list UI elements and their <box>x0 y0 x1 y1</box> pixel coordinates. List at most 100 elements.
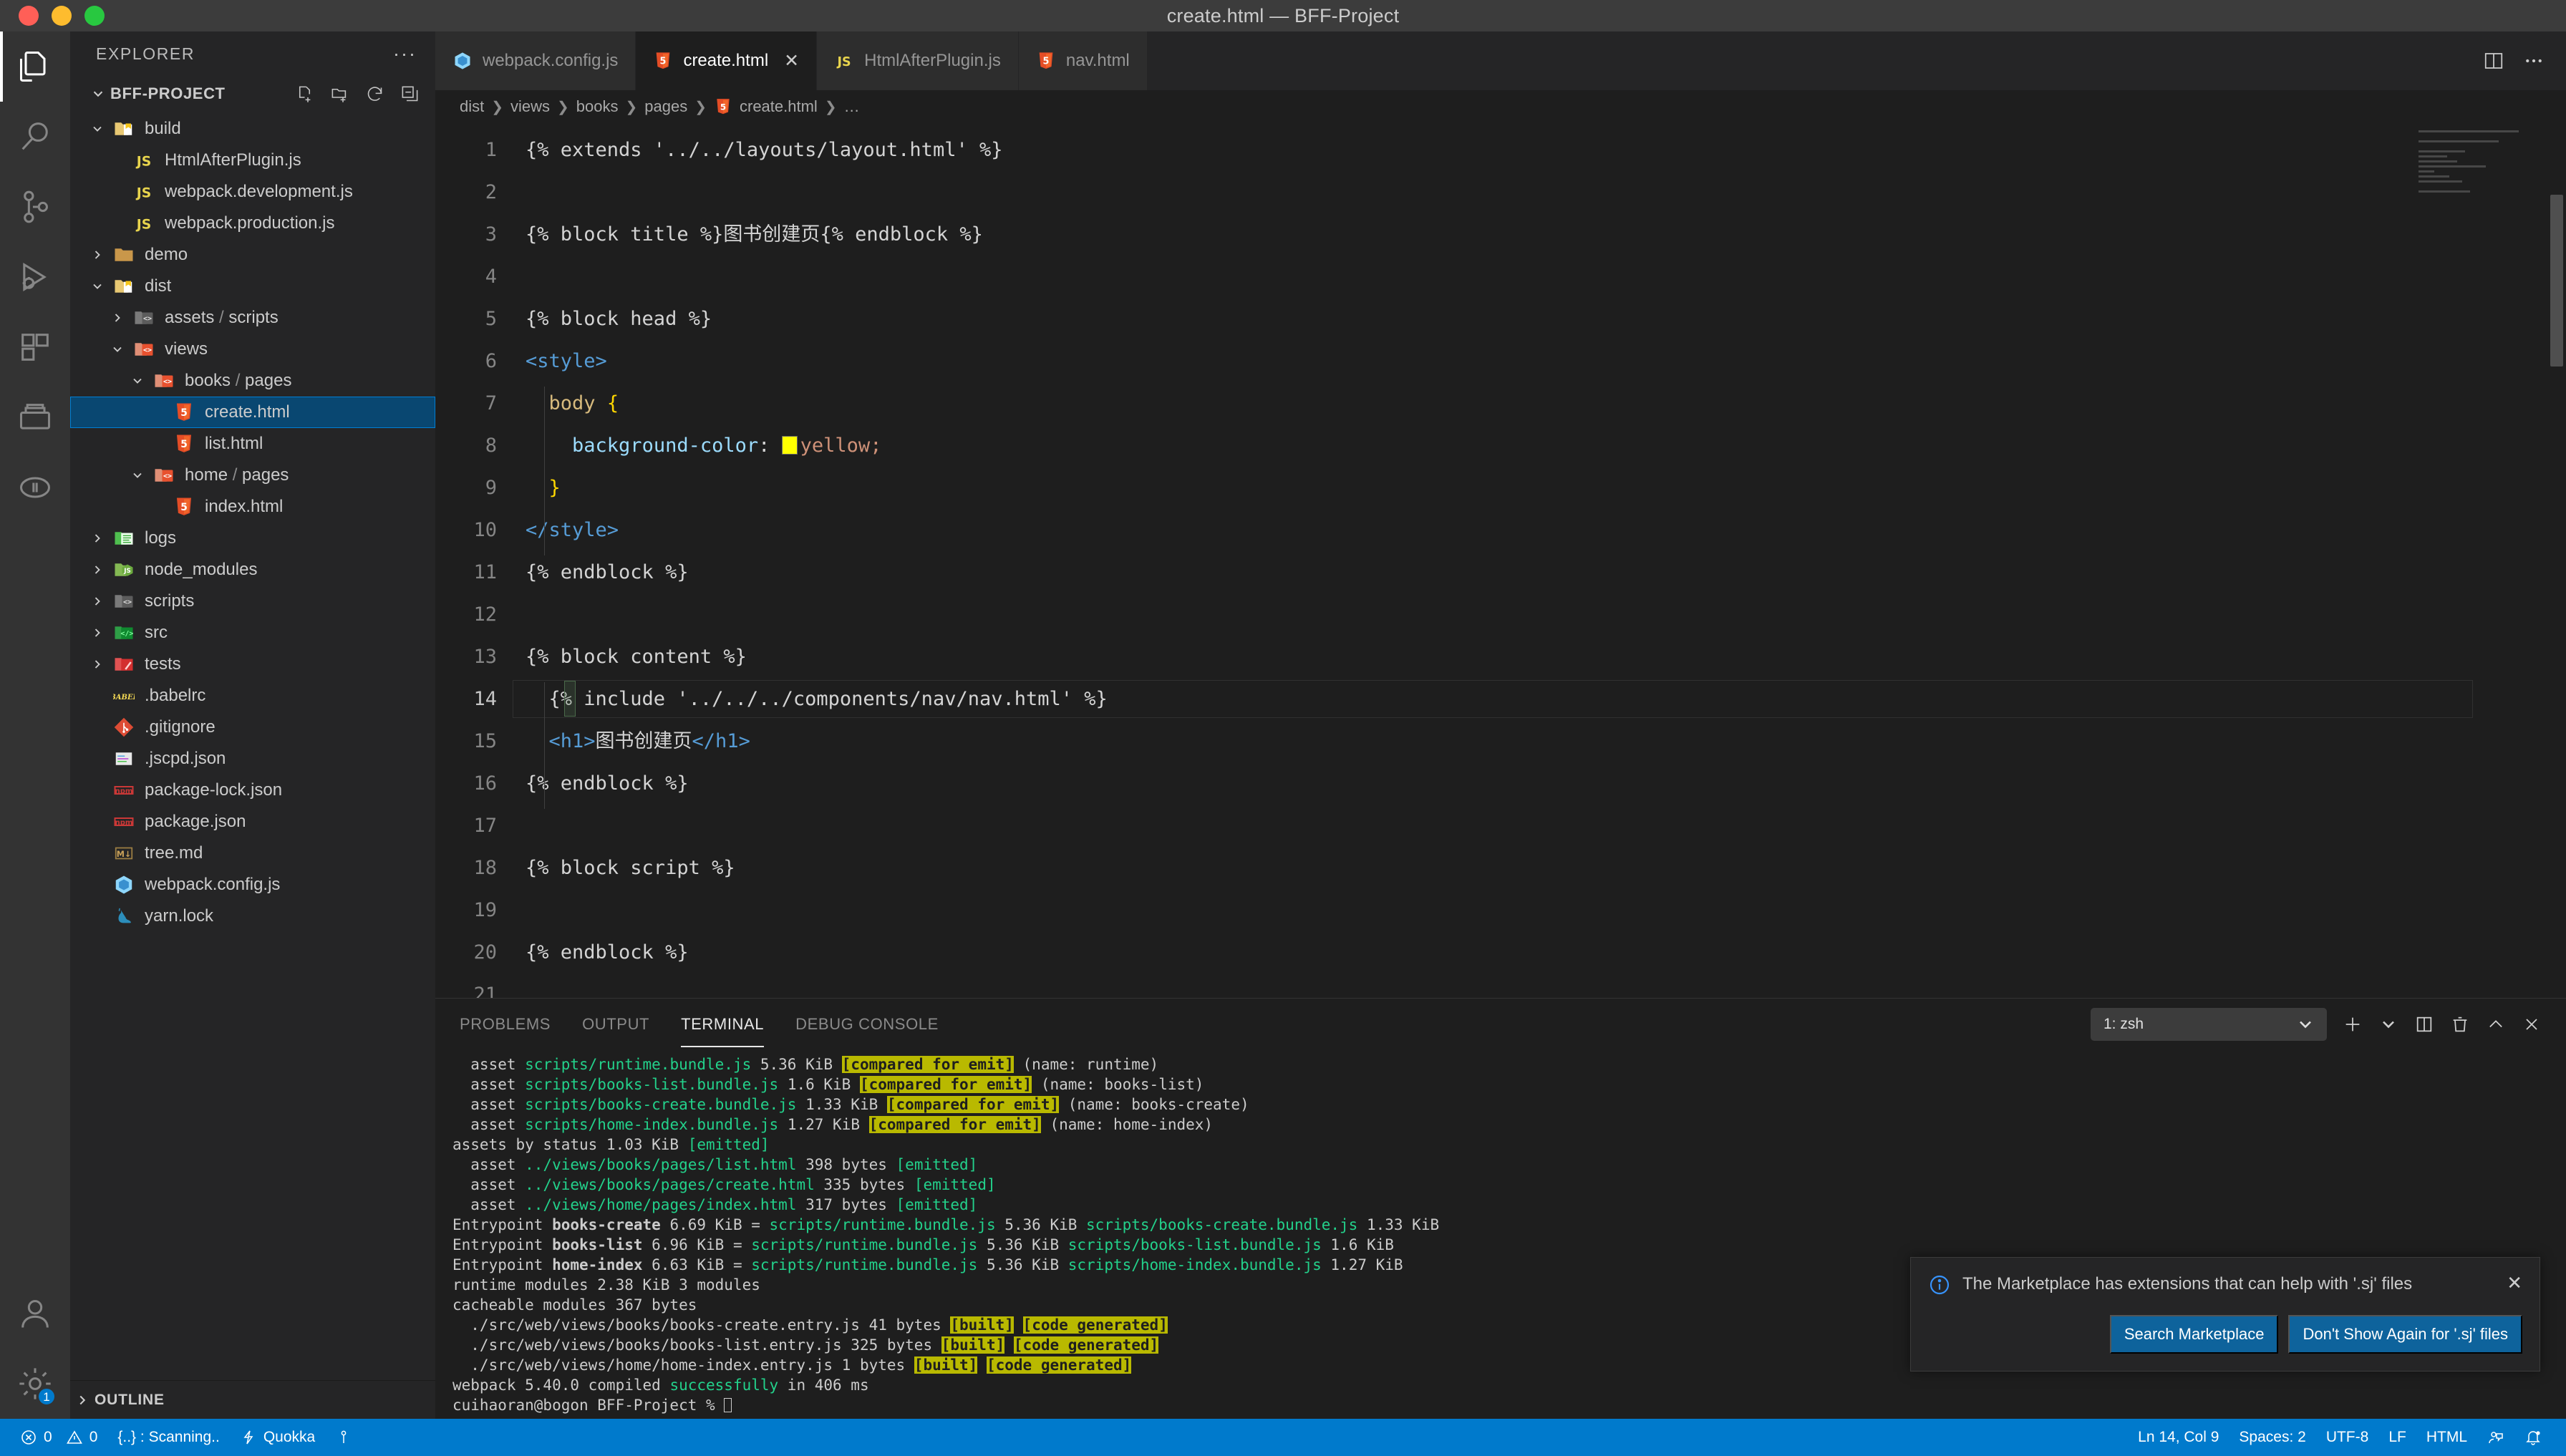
tree-folder-views[interactable]: <> views <box>70 334 435 365</box>
tree-file--babelrc[interactable]: BABEL .babelrc <box>70 680 435 712</box>
notification-toast[interactable]: The Marketplace has extensions that can … <box>1910 1257 2540 1372</box>
code-line[interactable]: {% block head %} <box>526 298 2566 340</box>
tree-file-htmlafterplugin-js[interactable]: JS HtmlAfterPlugin.js <box>70 145 435 176</box>
code-line[interactable]: {% endblock %} <box>526 551 2566 593</box>
code-line[interactable] <box>526 171 2566 213</box>
panel-tab-terminal[interactable]: TERMINAL <box>681 999 765 1050</box>
code-line[interactable]: {% endblock %} <box>526 762 2566 805</box>
activity-run-debug[interactable] <box>0 242 70 312</box>
collapse-all-icon[interactable] <box>400 84 420 104</box>
status-jscpd[interactable]: {..} : Scanning.. <box>107 1419 229 1456</box>
tree-folder-assets-scripts[interactable]: <> assets / scripts <box>70 302 435 334</box>
tree-file--gitignore[interactable]: .gitignore <box>70 712 435 743</box>
tree-folder-demo[interactable]: demo <box>70 239 435 271</box>
tree-file-yarn-lock[interactable]: yarn.lock <box>70 901 435 932</box>
panel-actions[interactable]: 1: zsh <box>2091 1008 2542 1041</box>
new-terminal-icon[interactable] <box>2343 1014 2363 1034</box>
chevron-right-icon[interactable] <box>86 626 109 640</box>
chevron-down-icon[interactable] <box>106 342 129 356</box>
search-marketplace-button[interactable]: Search Marketplace <box>2109 1315 2279 1354</box>
chevron-right-icon[interactable] <box>86 563 109 577</box>
tree-folder-scripts[interactable]: <> scripts <box>70 586 435 617</box>
tree-file-index-html[interactable]: 5 index.html <box>70 491 435 523</box>
tree-folder-dist[interactable]: dist <box>70 271 435 302</box>
tree-file-package-lock-json[interactable]: npm package-lock.json <box>70 775 435 806</box>
code-line[interactable]: {% include '../../../components/nav/nav.… <box>513 678 2566 720</box>
status-errors-warnings[interactable]: 0 0 <box>10 1419 107 1456</box>
chevron-down-icon[interactable] <box>126 374 149 388</box>
breadcrumb[interactable]: dist ❯ views ❯ books ❯ pages ❯ 5 create.html ❯… <box>435 90 2566 123</box>
explorer-actions[interactable] <box>295 84 420 104</box>
tree-file-package-json[interactable]: npm package.json <box>70 806 435 838</box>
tree-folder-node-modules[interactable]: JS node_modules <box>70 554 435 586</box>
editor-tab-htmlafterplugin-js[interactable]: JS HtmlAfterPlugin.js <box>817 31 1019 90</box>
code-line[interactable]: </style> <box>526 509 2566 551</box>
activity-explorer[interactable] <box>0 31 70 102</box>
status-eol[interactable]: LF <box>2378 1419 2416 1456</box>
minimap[interactable] <box>2419 130 2547 230</box>
status-indentation[interactable]: Spaces: 2 <box>2229 1419 2315 1456</box>
editor-tab-nav-html[interactable]: 5 nav.html <box>1018 31 1148 90</box>
chevron-down-icon[interactable] <box>2295 1014 2315 1034</box>
refresh-icon[interactable] <box>365 84 384 104</box>
tree-folder-books-pages[interactable]: <> books / pages <box>70 365 435 397</box>
breadcrumb-item[interactable]: views <box>510 97 550 116</box>
editor-scrollbar[interactable] <box>2550 195 2563 367</box>
code-line[interactable] <box>526 805 2566 847</box>
activity-remote-explorer[interactable] <box>0 382 70 452</box>
explorer-more-icon[interactable]: ··· <box>393 44 417 64</box>
code-line[interactable]: <h1>图书创建页</h1> <box>526 720 2566 762</box>
editor-tab-webpack-config-js[interactable]: webpack.config.js <box>435 31 636 90</box>
tree-folder-tests[interactable]: tests <box>70 649 435 680</box>
chevron-right-icon[interactable] <box>106 311 129 325</box>
maximize-panel-icon[interactable] <box>2486 1014 2506 1034</box>
tree-file-create-html[interactable]: 5 create.html <box>70 397 435 428</box>
kill-terminal-icon[interactable] <box>2450 1014 2470 1034</box>
activity-docker[interactable] <box>0 452 70 523</box>
split-terminal-icon[interactable] <box>2414 1014 2434 1034</box>
breadcrumb-item[interactable]: … <box>844 97 860 116</box>
code-line[interactable]: body { <box>526 382 2566 424</box>
terminal-selector[interactable]: 1: zsh <box>2091 1008 2327 1041</box>
status-encoding[interactable]: UTF-8 <box>2316 1419 2379 1456</box>
dont-show-again-button[interactable]: Don't Show Again for '.sj' files <box>2288 1315 2522 1354</box>
close-icon[interactable]: ✕ <box>2507 1273 2522 1292</box>
tree-file-webpack-production-js[interactable]: JS webpack.production.js <box>70 208 435 239</box>
code-line[interactable] <box>526 256 2566 298</box>
chevron-down-icon[interactable] <box>86 86 110 102</box>
split-editor-icon[interactable] <box>2483 50 2504 72</box>
close-panel-icon[interactable] <box>2522 1014 2542 1034</box>
panel-tabs[interactable]: PROBLEMS OUTPUT TERMINAL DEBUG CONSOLE <box>460 999 939 1050</box>
tree-folder-logs[interactable]: logs <box>70 523 435 554</box>
code-line[interactable]: } <box>526 467 2566 509</box>
more-actions-icon[interactable] <box>2523 50 2545 72</box>
breadcrumb-item[interactable]: pages <box>644 97 687 116</box>
status-quokka[interactable]: Quokka <box>230 1419 325 1456</box>
tree-file-webpack-development-js[interactable]: JS webpack.development.js <box>70 176 435 208</box>
chevron-right-icon[interactable] <box>86 531 109 545</box>
activity-search[interactable] <box>0 102 70 172</box>
code-editor[interactable]: 1 2 3 4 5 6 7 8 9 10 11 12 13 14 15 16 17 18 19 20 21 {% ext… <box>435 123 2566 998</box>
activity-extensions[interactable] <box>0 312 70 382</box>
terminal-dropdown-icon[interactable] <box>2378 1014 2398 1034</box>
explorer-root-row[interactable]: BFF-PROJECT <box>70 76 435 112</box>
chevron-right-icon[interactable] <box>86 248 109 262</box>
status-language-mode[interactable]: HTML <box>2416 1419 2477 1456</box>
tree-file-list-html[interactable]: 5 list.html <box>70 428 435 460</box>
chevron-down-icon[interactable] <box>126 468 149 482</box>
tree-folder-src[interactable]: </> src <box>70 617 435 649</box>
chevron-right-icon[interactable] <box>70 1392 95 1408</box>
activity-settings[interactable]: 1 <box>0 1349 70 1419</box>
editor-tab-actions[interactable] <box>2461 31 2566 90</box>
code-line[interactable]: <style> <box>526 340 2566 382</box>
code-line[interactable]: {% block script %} <box>526 847 2566 889</box>
panel-tab-debug-console[interactable]: DEBUG CONSOLE <box>795 999 939 1050</box>
breadcrumb-item[interactable]: books <box>576 97 619 116</box>
tree-file-tree-md[interactable]: M↓ tree.md <box>70 838 435 869</box>
code-content[interactable]: {% extends '../../layouts/layout.html' %… <box>513 129 2566 998</box>
editor-tabs[interactable]: webpack.config.js 5 create.html ✕ JS HtmlAfte… <box>435 31 2461 90</box>
tree-folder-build[interactable]: build <box>70 113 435 145</box>
new-file-icon[interactable] <box>295 84 314 104</box>
status-feedback[interactable] <box>2477 1419 2514 1456</box>
chevron-down-icon[interactable] <box>86 279 109 293</box>
